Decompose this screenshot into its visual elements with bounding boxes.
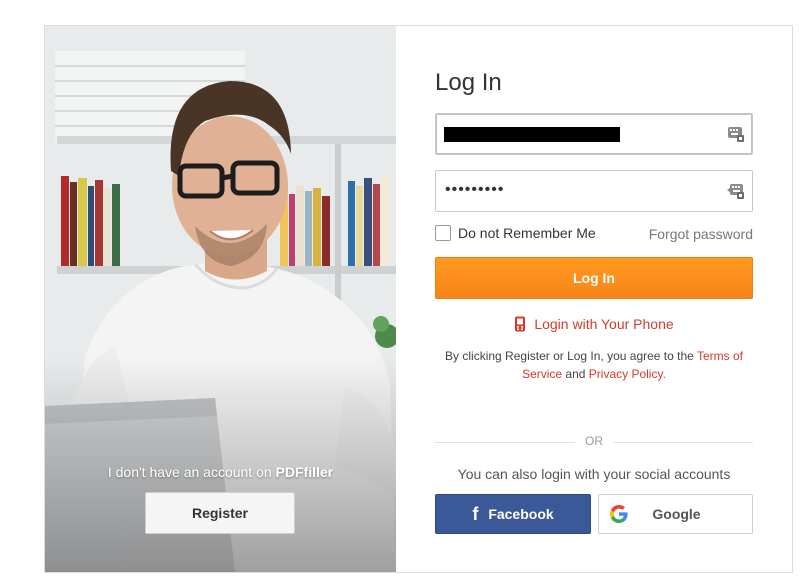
facebook-login-button[interactable]: f Facebook: [435, 494, 591, 534]
login-form: Log In ••••••••• Do not Remember Me Forg…: [396, 26, 792, 572]
phone-login-label: Login with Your Phone: [534, 316, 674, 332]
terms-notice: By clicking Register or Log In, you agre…: [435, 347, 753, 383]
promo-panel: I don't have an account on PDFfiller Reg…: [45, 26, 396, 572]
keyboard-icon[interactable]: [727, 125, 745, 143]
social-login-text: You can also login with your social acco…: [457, 466, 731, 482]
mobile-phone-icon: [515, 316, 526, 332]
terms-and: and: [562, 367, 589, 381]
phone-login-link[interactable]: Login with Your Phone: [435, 316, 753, 332]
no-account-text: I don't have an account on PDFfiller: [45, 464, 396, 480]
brand-name: PDFfiller: [275, 464, 334, 480]
divider-line: [613, 442, 753, 443]
register-button[interactable]: Register: [145, 492, 295, 534]
page-title: Log In: [435, 69, 502, 96]
no-account-label: I don't have an account on: [107, 464, 276, 480]
privacy-policy-link[interactable]: Privacy Policy.: [589, 367, 666, 381]
or-label: OR: [585, 434, 603, 448]
keyboard-icon[interactable]: [727, 182, 745, 200]
password-value: •••••••••: [445, 181, 505, 198]
email-field[interactable]: [435, 113, 753, 155]
or-divider: OR: [435, 434, 753, 450]
remember-label: Do not Remember Me: [458, 225, 596, 241]
terms-prefix: By clicking Register or Log In, you agre…: [445, 349, 697, 363]
remember-me-option[interactable]: Do not Remember Me: [435, 225, 596, 241]
password-field[interactable]: •••••••••: [435, 170, 753, 212]
google-label: Google: [652, 506, 701, 522]
facebook-label: Facebook: [488, 506, 554, 522]
redacted-login-value: [444, 127, 620, 142]
login-dialog: I don't have an account on PDFfiller Reg…: [44, 25, 793, 573]
forgot-password-link[interactable]: Forgot password: [649, 226, 753, 242]
remember-checkbox[interactable]: [435, 225, 451, 241]
google-login-button[interactable]: Google: [598, 494, 753, 534]
facebook-f-icon: f: [472, 503, 479, 524]
login-button[interactable]: Log In: [435, 257, 753, 299]
